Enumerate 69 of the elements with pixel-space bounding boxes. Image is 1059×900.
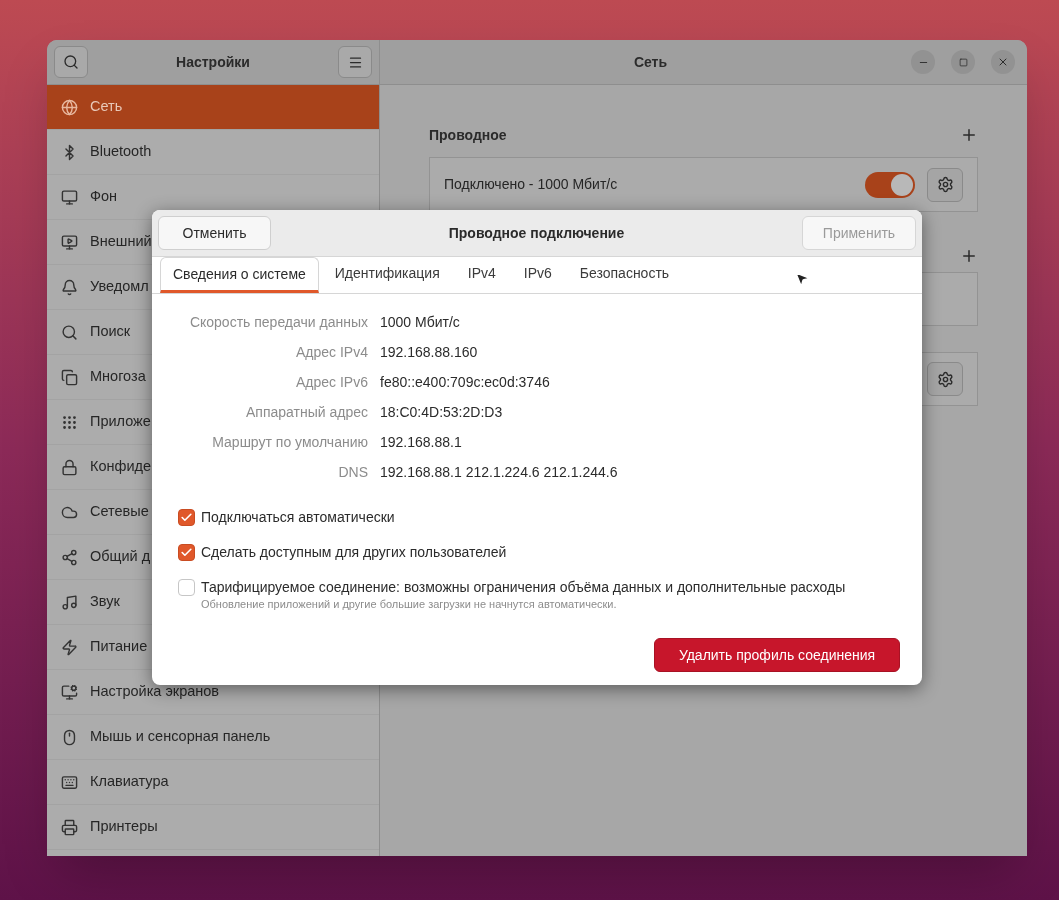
delete-profile-button[interactable]: Удалить профиль соединения xyxy=(654,638,900,672)
globe-icon xyxy=(61,98,78,116)
detail-value: 18:C0:4D:53:2D:D3 xyxy=(380,403,504,422)
search-icon xyxy=(63,54,79,70)
dialog-tab[interactable]: IPv6 xyxy=(511,257,564,293)
settings-button[interactable] xyxy=(927,167,963,202)
checkbox-label: Тарифицируемое соединение: возможны ограничения объёма данных и дополнительные расходы xyxy=(201,578,846,597)
lock-icon xyxy=(61,458,78,476)
search-button[interactable] xyxy=(54,46,88,78)
detail-label: Скорость передачи данных xyxy=(188,313,368,332)
dialog-tab[interactable]: Сведения о системе xyxy=(160,257,319,293)
connection-status: Подключено - 1000 Мбит/с xyxy=(444,175,619,194)
dialog-tab[interactable]: Идентификация xyxy=(322,257,452,293)
printer-icon xyxy=(61,818,78,836)
detail-label: DNS xyxy=(337,463,368,482)
grid-icon xyxy=(61,413,78,431)
dialog-tab[interactable]: Безопасность xyxy=(567,257,682,293)
detail-value: 1000 Мбит/с xyxy=(380,313,461,332)
add-icon[interactable] xyxy=(960,126,978,144)
music-note-icon xyxy=(61,593,78,611)
detail-value: 192.168.88.160 xyxy=(380,343,479,362)
detail-label: Аппаратный адрес xyxy=(245,403,368,422)
panel-title: Сеть xyxy=(632,52,669,72)
close-button[interactable] xyxy=(991,50,1015,74)
check-icon xyxy=(180,546,193,559)
detail-label: Адрес IPv6 xyxy=(295,373,368,392)
sidebar-item[interactable]: Клавиатура xyxy=(47,760,379,805)
maximize-icon xyxy=(958,57,968,67)
detail-value: 192.168.88.1 xyxy=(380,433,463,452)
detail-label: Маршрут по умолчанию xyxy=(211,433,368,452)
settings-icon xyxy=(936,176,954,193)
checkbox[interactable] xyxy=(178,509,195,526)
toggle-switch[interactable] xyxy=(865,171,915,198)
lightning-icon xyxy=(61,638,78,656)
checkbox-note: Обновление приложений и другие большие загрузки не начнутся автоматически. xyxy=(201,598,618,610)
sidebar-item[interactable]: Мышь и сенсорная панель xyxy=(47,715,379,760)
checkbox[interactable] xyxy=(178,579,195,596)
sidebar-item[interactable]: Принтеры xyxy=(47,805,379,850)
window-title: Настройки xyxy=(176,52,250,72)
bell-icon xyxy=(61,278,78,296)
checkbox-label: Подключаться автоматически xyxy=(201,508,395,527)
sidebar-item[interactable]: Bluetooth xyxy=(47,130,379,175)
apply-button: Применить xyxy=(802,216,916,250)
monitor-icon xyxy=(61,188,78,206)
keyboard-icon xyxy=(61,773,78,791)
settings-button[interactable] xyxy=(927,362,963,396)
cancel-button[interactable]: Отменить xyxy=(158,216,271,250)
detail-value: fe80::e400:709c:ec0d:3746 xyxy=(380,373,551,392)
close-icon xyxy=(997,56,1009,68)
monitor-icon xyxy=(61,683,78,701)
menu-icon xyxy=(347,54,363,70)
menu-button[interactable] xyxy=(338,46,372,78)
check-icon xyxy=(180,511,193,524)
add-icon[interactable] xyxy=(960,247,978,265)
share-icon xyxy=(61,548,78,566)
search-icon xyxy=(61,323,78,341)
section-heading: Проводное xyxy=(429,125,507,145)
sidebar-item[interactable]: Сеть xyxy=(47,85,379,130)
dialog-tab[interactable]: IPv4 xyxy=(455,257,508,293)
display-icon xyxy=(61,233,78,251)
checkbox[interactable] xyxy=(178,544,195,561)
detail-label: Адрес IPv4 xyxy=(295,343,368,362)
detail-value: 192.168.88.1 212.1.224.6 212.1.244.6 xyxy=(380,463,619,482)
settings-icon xyxy=(936,370,954,388)
mouse-icon xyxy=(61,728,78,746)
windows-icon xyxy=(61,368,78,386)
checkbox-label: Сделать доступным для других пользователей xyxy=(201,543,507,562)
maximize-button[interactable] xyxy=(951,50,975,74)
dialog-title: Проводное подключение xyxy=(448,223,625,243)
